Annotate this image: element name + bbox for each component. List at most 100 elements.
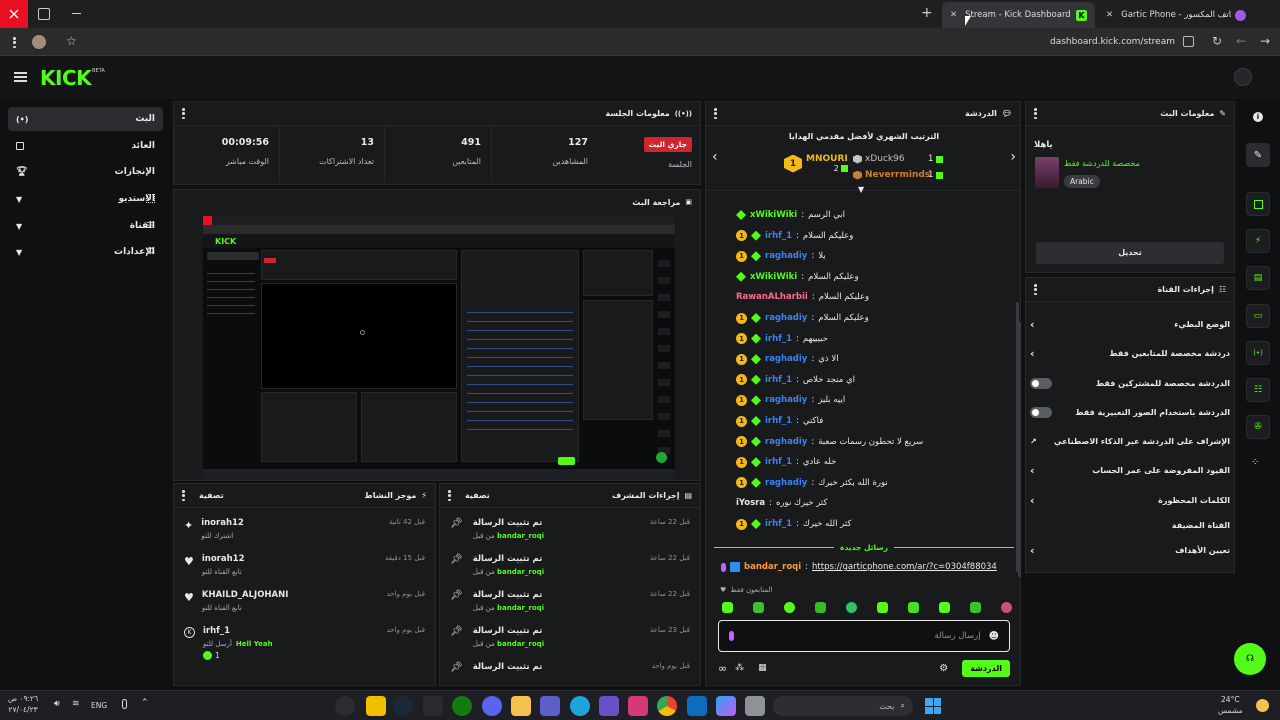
mod-user[interactable]: bandar_roqi	[497, 532, 544, 540]
taskbar-search-box[interactable]: بحث ⌕	[773, 696, 913, 716]
wifi-icon[interactable]: ≋	[72, 699, 80, 709]
sidebar-item-studio[interactable]: الاستديو ▼	[8, 187, 163, 211]
subscribers-only-toggle[interactable]	[1030, 377, 1052, 389]
chat-username[interactable]: xWikiWiki	[750, 210, 797, 220]
sidebar-item-broadcast[interactable]: البث (•)	[8, 107, 163, 131]
translate-icon[interactable]	[1183, 36, 1194, 47]
rail-document-icon[interactable]: ▤	[1246, 266, 1270, 290]
info-icon[interactable]: i	[1253, 112, 1263, 122]
emote-icon[interactable]	[908, 602, 919, 613]
chat-username[interactable]: raghadiy	[765, 251, 807, 261]
sidebar-item-settings[interactable]: الإعدادات ▼	[8, 240, 163, 264]
file-explorer-icon[interactable]	[511, 696, 531, 716]
stream-category[interactable]: مخصصة للدردشة فقط	[1064, 159, 1140, 168]
start-button[interactable]	[925, 698, 941, 714]
chat-username[interactable]: irhf_1	[765, 231, 792, 241]
emote-icon[interactable]	[1001, 602, 1012, 613]
chat-username[interactable]: irhf_1	[765, 334, 792, 344]
emote-icon[interactable]	[815, 602, 826, 613]
sidebar-item-achievements[interactable]: الإنجازات 🏆︎	[8, 160, 163, 184]
action-account-age[interactable]: القيود المفروضة على عمر الحساب ›	[1030, 457, 1230, 483]
emote-icon[interactable]	[939, 602, 950, 613]
mod-user[interactable]: bandar_roqi	[497, 640, 544, 648]
chat-username[interactable]: raghadiy	[765, 437, 807, 447]
chat-username[interactable]: irhf_1	[765, 416, 792, 426]
edit-layout-icon[interactable]: ✎	[1246, 143, 1270, 167]
action-banned-words[interactable]: الكلمات المحظورة ›	[1030, 487, 1230, 513]
tab-close-icon[interactable]: ✕	[1106, 10, 1113, 20]
browser-menu-button[interactable]	[13, 37, 16, 48]
store-icon[interactable]: ▦	[758, 663, 767, 673]
rail-more-icon[interactable]: ⁘	[1251, 457, 1259, 468]
chat-username[interactable]: irhf_1	[765, 375, 792, 385]
teams-icon[interactable]	[540, 696, 560, 716]
filter-button[interactable]: تصفية	[465, 491, 490, 500]
xbox-icon[interactable]	[452, 696, 472, 716]
edit-stream-button[interactable]: تحديل	[1036, 242, 1224, 264]
rail-wrench-icon[interactable]: ✇	[1246, 415, 1270, 439]
rail-channel-icon[interactable]: ☷	[1246, 378, 1270, 402]
outlook-icon[interactable]	[687, 696, 707, 716]
leaderboard-prev-button[interactable]: ‹	[712, 149, 718, 165]
channel-actions-scrollbar[interactable]	[1018, 322, 1021, 577]
media-icon[interactable]	[599, 696, 619, 716]
url-text[interactable]: dashboard.kick.com/stream	[1040, 37, 1175, 47]
rail-studio-icon[interactable]	[1246, 192, 1270, 216]
pinned-user[interactable]: bandar_roqi	[744, 562, 801, 572]
users-icon[interactable]: ⁂	[735, 663, 744, 673]
chat-username[interactable]: raghadiy	[765, 478, 807, 488]
emoji-picker-icon[interactable]: ☻	[989, 631, 999, 642]
filter-button[interactable]: تصفية	[199, 491, 224, 500]
paint-icon[interactable]	[628, 696, 648, 716]
discord-icon[interactable]	[482, 696, 502, 716]
back-icon[interactable]: ←	[1236, 34, 1246, 48]
mic-icon[interactable]	[122, 699, 127, 709]
sidebar-item-revenue[interactable]: العائد	[8, 134, 163, 158]
chat-username[interactable]: raghadiy	[765, 354, 807, 364]
emotes-only-toggle[interactable]	[1030, 406, 1052, 418]
leaderboard-next-button[interactable]: ›	[1010, 149, 1016, 165]
clock[interactable]: ٠٩:٢٦ ص ٢٧/٠٤/٢٣	[8, 694, 38, 714]
emote-icon[interactable]	[970, 602, 981, 613]
volume-icon[interactable]: 🔊︎	[54, 699, 60, 709]
chat-input-box[interactable]: إرسال رسالة ☻	[718, 620, 1010, 652]
action-set-goals[interactable]: تعيين الأهداف ›	[1030, 537, 1230, 563]
chat-username[interactable]: raghadiy	[765, 313, 807, 323]
profile-avatar[interactable]	[32, 35, 46, 49]
rail-broadcast-icon[interactable]: (•)	[1246, 341, 1270, 365]
chat-settings-icon[interactable]: ∞	[718, 662, 727, 675]
sidebar-item-channel[interactable]: القناة ▼	[8, 214, 163, 238]
support-chat-button[interactable]: ☊	[1234, 643, 1266, 675]
tray-chevron-icon[interactable]: ⌃	[141, 698, 149, 708]
hamburger-menu-icon[interactable]	[14, 72, 27, 82]
chat-username[interactable]: RawanALharbii	[736, 292, 808, 302]
mod-user[interactable]: bandar_roqi	[497, 604, 544, 612]
panel-menu-button[interactable]	[182, 490, 185, 501]
app-icon-3[interactable]	[745, 696, 765, 716]
kick-logo[interactable]: KICK BETA	[40, 66, 105, 90]
panel-menu-button[interactable]	[1034, 284, 1037, 295]
panel-menu-button[interactable]	[182, 108, 185, 119]
rail-chat-icon[interactable]: ▭	[1246, 304, 1270, 328]
minimize-window-button[interactable]	[72, 13, 81, 15]
chat-username[interactable]: irhf_1	[765, 519, 792, 529]
action-followers-only[interactable]: دردشة مخصصة للمتابعين فقط ›	[1030, 340, 1230, 366]
chat-username[interactable]: raghadiy	[765, 395, 807, 405]
gear-icon[interactable]: ⚙	[939, 663, 948, 674]
epic-games-icon[interactable]	[423, 696, 443, 716]
user-avatar[interactable]	[1234, 68, 1252, 86]
panel-menu-button[interactable]	[714, 108, 717, 119]
action-ai-moderation[interactable]: الإشراف على الدردشة عبر الذكاء الاصطناعي…	[1030, 428, 1230, 454]
chat-username[interactable]: iYosra	[736, 498, 765, 508]
chat-username[interactable]: irhf_1	[765, 457, 792, 467]
emote-icon[interactable]	[846, 602, 857, 613]
panel-menu-button[interactable]	[448, 490, 451, 501]
chrome-icon[interactable]	[657, 696, 677, 716]
restore-window-button[interactable]	[38, 8, 50, 20]
steam-icon[interactable]	[393, 696, 413, 716]
edge-icon[interactable]	[570, 696, 590, 716]
emote-icon[interactable]	[753, 602, 764, 613]
close-window-button[interactable]	[0, 0, 28, 28]
bookmark-star-icon[interactable]: ☆	[66, 34, 77, 48]
emote-icon[interactable]	[784, 602, 795, 613]
